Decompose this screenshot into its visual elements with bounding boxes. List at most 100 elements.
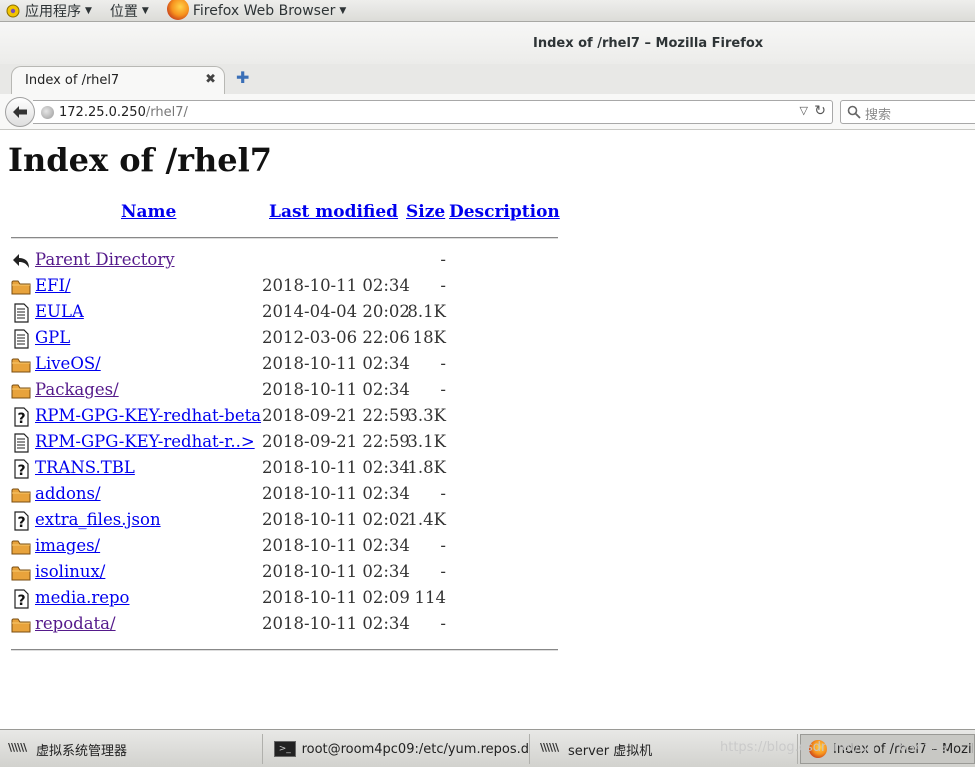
file-link[interactable]: EULA [35,302,84,321]
file-list-row: ? RPM-GPG-KEY-redhat-beta 2018-09-21 22:59… [0,405,560,431]
text-file-icon [11,329,31,349]
file-modified-date: 2018-10-11 02:34 [262,536,410,555]
file-size: 3.1K [407,432,446,451]
file-list-row: Packages/2018-10-11 02:34 - [0,379,560,405]
file-modified-date: 2018-10-11 02:34 [262,484,410,503]
column-header-name[interactable]: Name [121,202,176,222]
folder-icon [11,277,31,297]
file-link[interactable]: Parent Directory [35,250,175,269]
text-file-icon [11,303,31,323]
column-header-description[interactable]: Description [449,202,560,222]
navigation-toolbar: 172.25.0.250/rhel7/ ▽ ↻ 搜索 [0,94,975,130]
gnome-apps-icon [6,4,20,18]
file-list-row: repodata/2018-10-11 02:34 - [0,613,560,639]
file-link[interactable]: TRANS.TBL [35,458,135,477]
folder-icon [11,615,31,635]
url-text[interactable]: 172.25.0.250/rhel7/ [59,105,188,120]
places-menu[interactable]: 位置 ▼ [104,0,155,22]
file-list-row: isolinux/2018-10-11 02:34 - [0,561,560,587]
places-menu-label: 位置 [109,3,138,20]
window-title: Index of /rhel7 – Mozilla Firefox [533,36,764,51]
file-modified-date: 2018-10-11 02:34 [262,276,410,295]
svg-text:?: ? [17,593,25,609]
file-modified-date: 2012-03-06 22:06 [262,328,410,347]
window-titlebar[interactable]: Index of /rhel7 – Mozilla Firefox [0,22,975,64]
file-link[interactable]: RPM-GPG-KEY-redhat-r..> [35,432,255,451]
column-header-last-modified[interactable]: Last modified [269,202,398,222]
chevron-down-icon: ▼ [85,5,92,16]
file-link[interactable]: images/ [35,536,100,555]
unknown-file-icon: ? [11,589,31,609]
file-modified-date: 2018-10-11 02:02 [262,510,410,529]
unknown-file-icon: ? [11,459,31,479]
page-title: Index of /rhel7 [8,141,273,179]
file-modified-date: 2018-10-11 02:34 [262,354,410,373]
task-label: server 虚拟机 [568,743,653,759]
file-list-row: EFI/2018-10-11 02:34 - [0,275,560,301]
file-list-row: addons/2018-10-11 02:34 - [0,483,560,509]
file-size: - [440,484,446,503]
chevron-down-icon[interactable]: ▽ [800,104,808,117]
url-host: 172.25.0.250 [59,105,146,120]
file-size: - [440,250,446,269]
file-size: 3.3K [407,406,446,425]
column-header-size[interactable]: Size [406,202,445,222]
terminal-icon: >_ [274,741,296,757]
page-content: Index of /rhel7 Name Last modified Size … [0,131,975,729]
file-size: 1.8K [407,458,446,477]
file-link[interactable]: GPL [35,328,70,347]
file-list-row: Parent Directory - [0,249,560,275]
firefox-app-menu-label: Firefox Web Browser [192,2,336,19]
file-size: 8.1K [407,302,446,321]
file-size: - [440,614,446,633]
file-size: - [440,536,446,555]
file-link[interactable]: repodata/ [35,614,116,633]
file-link[interactable]: extra_files.json [35,510,161,529]
new-tab-plus-icon[interactable]: ✚ [236,68,249,87]
file-modified-date: 2018-10-11 02:34 [262,614,410,633]
file-list-row: ? media.repo 2018-10-11 02:09 114 [0,587,560,613]
file-size: 1.4K [407,510,446,529]
task-terminal[interactable]: >_ root@room4pc09:/etc/yum.repos.d [266,734,530,764]
firefox-icon [166,0,189,20]
file-link[interactable]: Packages/ [35,380,119,399]
globe-icon [41,106,54,119]
file-size: - [440,354,446,373]
file-list-row: LiveOS/2018-10-11 02:34 - [0,353,560,379]
file-list-row: images/2018-10-11 02:34 - [0,535,560,561]
file-link[interactable]: isolinux/ [35,562,105,581]
file-link[interactable]: LiveOS/ [35,354,101,373]
file-modified-date: 2018-09-21 22:59 [262,432,410,451]
text-file-icon [11,433,31,453]
file-link[interactable]: media.repo [35,588,129,607]
task-virt-manager[interactable]: \\\\\\ 虚拟系统管理器 [0,734,263,764]
file-size: - [440,276,446,295]
virt-manager-icon: \\\\\\ [8,741,27,754]
applications-menu[interactable]: 应用程序 ▼ [0,0,98,22]
tab-index-of-rhel7[interactable]: Index of /rhel7 ✖ [11,66,225,94]
unknown-file-icon: ? [11,511,31,531]
back-button[interactable] [5,97,35,127]
file-modified-date: 2018-09-21 22:59 [262,406,410,425]
close-icon[interactable]: ✖ [205,72,216,87]
folder-icon [11,563,31,583]
url-bar[interactable]: 172.25.0.250/rhel7/ ▽ ↻ [33,100,833,124]
svg-text:?: ? [17,515,25,531]
tab-strip: Index of /rhel7 ✖ ✚ [0,64,975,94]
search-bar[interactable]: 搜索 [840,100,975,124]
firefox-app-menu[interactable]: Firefox Web Browser ▼ [161,0,352,22]
watermark-text: https://blog.csdn.net/qq_37634859 [720,740,949,755]
file-size: 18K [412,328,446,347]
url-path: /rhel7/ [145,105,188,120]
file-size: - [440,562,446,581]
search-input-placeholder: 搜索 [865,108,892,123]
file-modified-date: 2018-10-11 02:34 [262,458,410,477]
task-label: root@room4pc09:/etc/yum.repos.d [301,741,529,757]
reload-icon[interactable]: ↻ [814,103,826,119]
file-link[interactable]: RPM-GPG-KEY-redhat-beta [35,406,261,425]
file-link[interactable]: addons/ [35,484,101,503]
chevron-down-icon: ▼ [339,5,347,16]
file-modified-date: 2018-10-11 02:34 [262,562,410,581]
back-icon [11,251,31,271]
file-link[interactable]: EFI/ [35,276,71,295]
